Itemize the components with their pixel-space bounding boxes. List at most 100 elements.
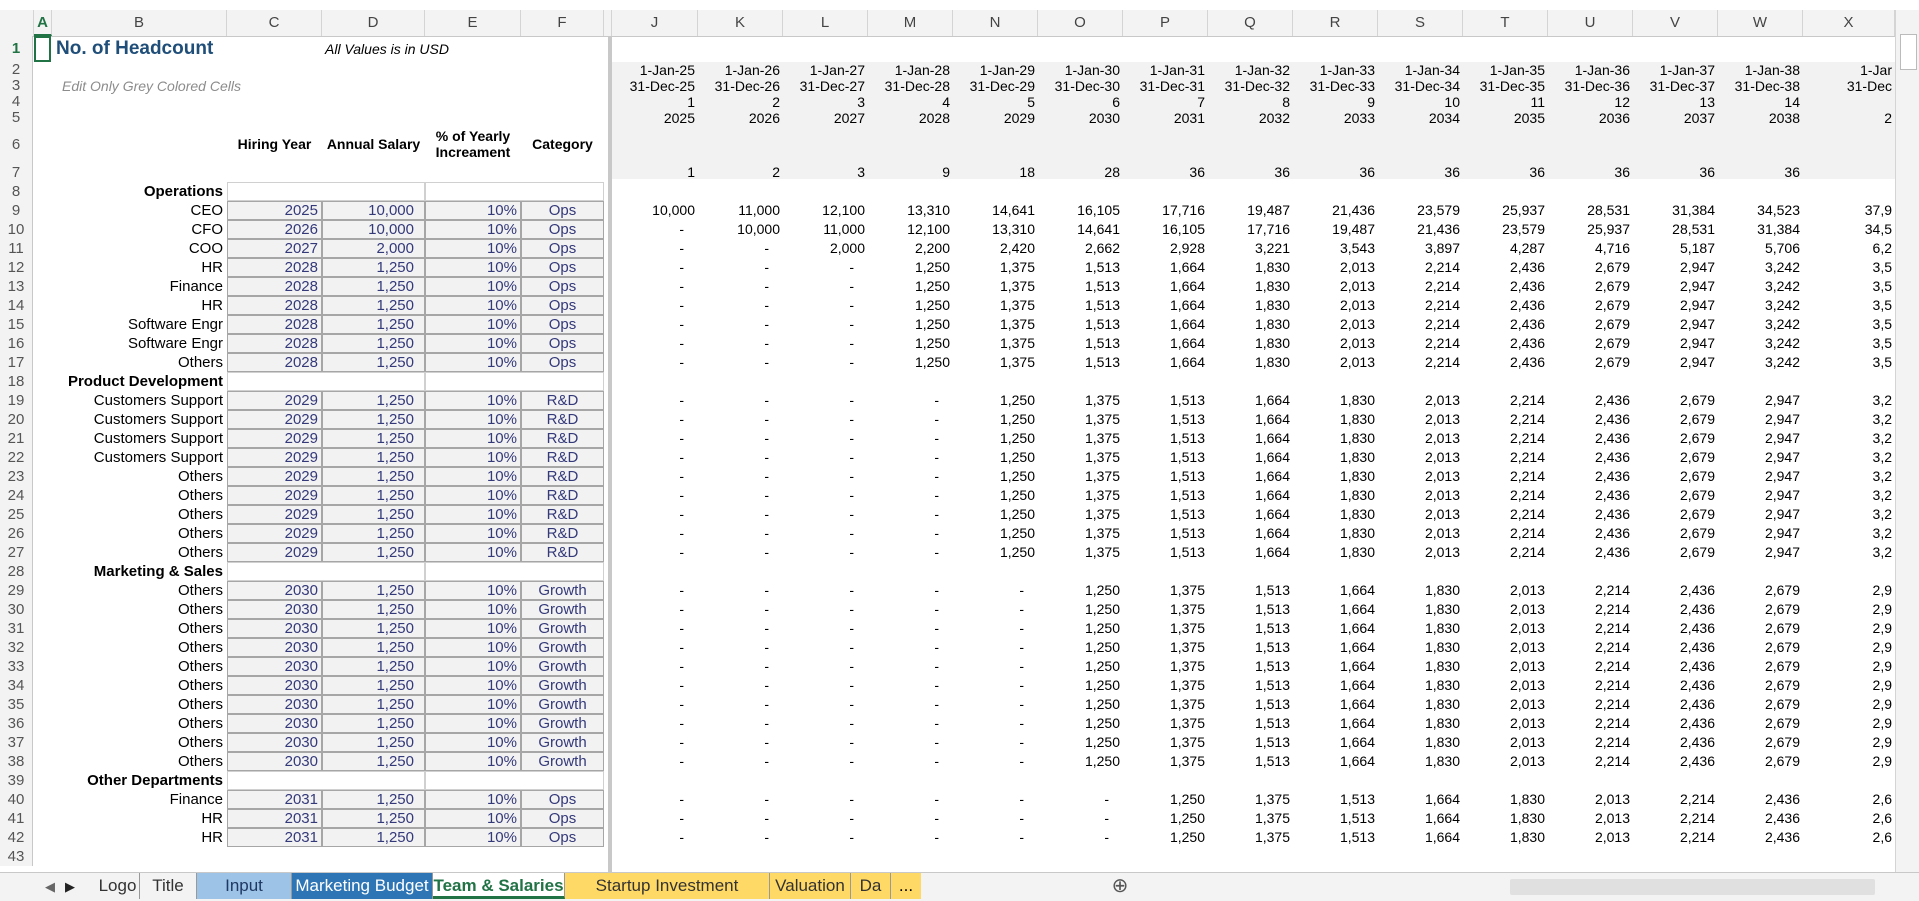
hiring-year-input[interactable]: 2030 [227,695,322,714]
annual-salary-input[interactable]: 1,250 [322,695,425,714]
row-header[interactable]: 6 [0,126,33,163]
column-header-K[interactable]: K [698,10,783,36]
annual-salary-input[interactable]: 1,250 [322,714,425,733]
category-input[interactable]: Ops [521,790,604,809]
yearly-increment-input[interactable]: 10% [425,277,521,296]
row-header[interactable]: 19 [0,391,33,410]
annual-salary-input[interactable]: 1,250 [322,809,425,828]
row-header[interactable]: 21 [0,429,33,448]
annual-salary-input[interactable]: 1,250 [322,467,425,486]
hiring-year-input[interactable]: 2031 [227,828,322,847]
category-input[interactable]: R&D [521,524,604,543]
category-input[interactable]: Ops [521,828,604,847]
row-header[interactable]: 10 [0,220,33,239]
column-header-O[interactable]: O [1038,10,1123,36]
annual-salary-input[interactable]: 1,250 [322,752,425,771]
annual-salary-input[interactable]: 1,250 [322,334,425,353]
hiring-year-input[interactable]: 2030 [227,676,322,695]
annual-salary-input[interactable]: 1,250 [322,600,425,619]
yearly-increment-input[interactable]: 10% [425,467,521,486]
annual-salary-input[interactable]: 1,250 [322,429,425,448]
row-header[interactable]: 4 [0,94,33,110]
hiring-year-input[interactable]: 2029 [227,524,322,543]
row-header[interactable]: 38 [0,752,33,771]
hiring-year-input[interactable]: 2028 [227,315,322,334]
row-header[interactable]: 41 [0,809,33,828]
yearly-increment-input[interactable]: 10% [425,714,521,733]
row-header[interactable]: 35 [0,695,33,714]
yearly-increment-input[interactable]: 10% [425,657,521,676]
input-cell[interactable] [227,771,425,790]
hiring-year-input[interactable]: 2028 [227,277,322,296]
row-header[interactable]: 36 [0,714,33,733]
hiring-year-input[interactable]: 2028 [227,258,322,277]
hiring-year-input[interactable]: 2028 [227,296,322,315]
column-header-L[interactable]: L [783,10,868,36]
category-input[interactable]: Ops [521,334,604,353]
yearly-increment-input[interactable]: 10% [425,600,521,619]
sheet-tab-da[interactable]: Da [851,873,891,899]
annual-salary-input[interactable]: 1,250 [322,448,425,467]
column-header-W[interactable]: W [1718,10,1803,36]
row-header[interactable]: 2 [0,62,33,78]
yearly-increment-input[interactable]: 10% [425,391,521,410]
yearly-increment-input[interactable]: 10% [425,220,521,239]
hiring-year-input[interactable]: 2029 [227,467,322,486]
category-input[interactable]: Ops [521,258,604,277]
hiring-year-input[interactable]: 2031 [227,809,322,828]
row-header[interactable]: 23 [0,467,33,486]
yearly-increment-input[interactable]: 10% [425,486,521,505]
annual-salary-input[interactable]: 1,250 [322,638,425,657]
column-header-X[interactable]: X [1803,10,1895,36]
hiring-year-input[interactable]: 2028 [227,353,322,372]
category-input[interactable]: Growth [521,619,604,638]
column-header-E[interactable]: E [425,10,521,36]
annual-salary-input[interactable]: 1,250 [322,258,425,277]
hiring-year-input[interactable]: 2030 [227,600,322,619]
input-cell[interactable] [425,372,604,391]
input-cell[interactable] [425,182,604,201]
yearly-increment-input[interactable]: 10% [425,733,521,752]
hiring-year-input[interactable]: 2025 [227,201,322,220]
row-header[interactable]: 39 [0,771,33,790]
category-input[interactable]: Growth [521,581,604,600]
category-input[interactable]: R&D [521,505,604,524]
tab-scroll-left-icon[interactable]: ◀ [40,877,60,897]
row-header[interactable]: 28 [0,562,33,581]
annual-salary-input[interactable]: 1,250 [322,657,425,676]
annual-salary-input[interactable]: 1,250 [322,391,425,410]
row-header[interactable]: 3 [0,78,33,94]
row-header[interactable]: 20 [0,410,33,429]
column-header-hidden[interactable] [604,10,612,36]
input-cell[interactable] [227,182,425,201]
yearly-increment-input[interactable]: 10% [425,201,521,220]
row-header[interactable]: 13 [0,277,33,296]
row-header[interactable]: 29 [0,581,33,600]
category-input[interactable]: Growth [521,714,604,733]
row-header[interactable]: 43 [0,847,33,866]
row-header[interactable]: 42 [0,828,33,847]
input-cell[interactable] [227,562,425,581]
yearly-increment-input[interactable]: 10% [425,353,521,372]
column-header-A[interactable]: A [34,10,52,36]
yearly-increment-input[interactable]: 10% [425,695,521,714]
row-header[interactable]: 1 [0,36,33,62]
category-input[interactable]: R&D [521,391,604,410]
row-header[interactable]: 40 [0,790,33,809]
annual-salary-input[interactable]: 1,250 [322,543,425,562]
row-header[interactable]: 25 [0,505,33,524]
annual-salary-input[interactable]: 1,250 [322,619,425,638]
row-header[interactable]: 37 [0,733,33,752]
hiring-year-input[interactable]: 2029 [227,429,322,448]
freeze-pane-divider[interactable] [608,36,612,872]
vertical-scroll-thumb[interactable] [1900,34,1917,70]
hiring-year-input[interactable]: 2030 [227,581,322,600]
category-input[interactable]: Growth [521,733,604,752]
category-input[interactable]: Growth [521,695,604,714]
column-header-P[interactable]: P [1123,10,1208,36]
column-header-V[interactable]: V [1633,10,1718,36]
hiring-year-input[interactable]: 2030 [227,657,322,676]
annual-salary-input[interactable]: 1,250 [322,828,425,847]
category-input[interactable]: Ops [521,809,604,828]
row-header[interactable]: 18 [0,372,33,391]
